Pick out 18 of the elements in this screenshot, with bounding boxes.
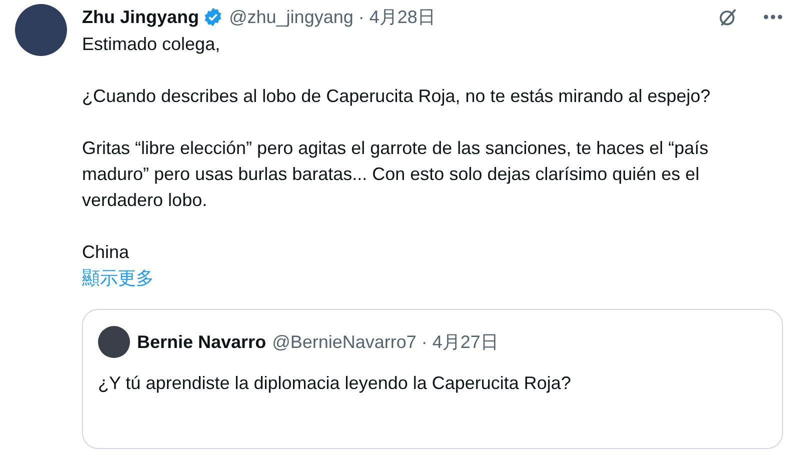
separator: ·: [421, 330, 428, 354]
more-icon[interactable]: [763, 14, 783, 20]
author-handle[interactable]: @zhu_jingyang: [229, 4, 354, 30]
post-text: China: [82, 241, 130, 264]
author-handle: @BernieNavarro7: [272, 330, 416, 354]
quoted-post-card[interactable]: Bernie Navarro @BernieNavarro7 · 4月27日 ¿Y tú aprendiste la diplomacia leyendo la Caperucita Roja?: [82, 309, 783, 449]
author-name[interactable]: Zhu Jingyang: [82, 4, 199, 30]
quoted-text: ¿Y tú aprendiste la diplomacia leyendo la Caperucita Roja?: [98, 372, 572, 395]
post-text: ¿Cuando describes al lobo de Caperucita Roja, no te estás mirando al espejo?: [82, 85, 712, 108]
slashed-circle-icon[interactable]: [717, 6, 739, 28]
avatar: [98, 326, 130, 358]
post-text: Estimado colega,: [82, 33, 222, 56]
separator: ·: [358, 6, 364, 28]
post-date: 4月27日: [432, 330, 498, 354]
author-name: Bernie Navarro: [137, 330, 266, 354]
post-text: Gritas “libre elección” pero agitas el garrote de las sanciones, te haces el “país maduro” pero usas burlas baratas... Con esto solo dejas clarísimo quién es el verdadero lobo.: [82, 137, 710, 212]
avatar[interactable]: [15, 4, 67, 56]
post-date[interactable]: 4月28日: [369, 4, 436, 30]
